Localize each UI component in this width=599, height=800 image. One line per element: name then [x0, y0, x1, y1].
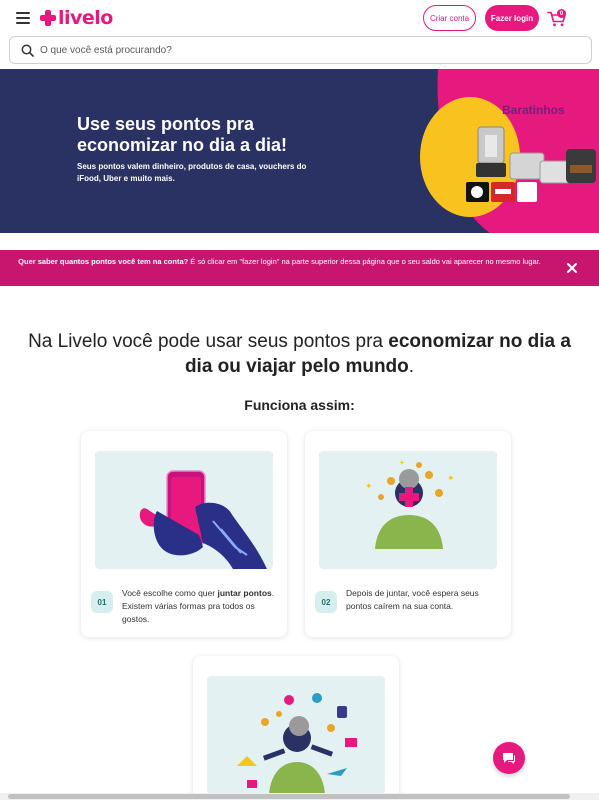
banner-subtitle: Seus pontos valem dinheiro, produtos de … [77, 162, 307, 183]
search-icon [21, 44, 34, 57]
login-button[interactable]: Fazer login [485, 5, 539, 31]
how-it-works-heading: Funciona assim: [244, 397, 355, 413]
step-card-3 [193, 656, 399, 800]
svg-text:✦: ✦ [447, 473, 455, 483]
step-text-start: Você escolhe como quer [122, 588, 218, 598]
notice-text: É só clicar em "fazer login" na parte su… [188, 257, 541, 266]
chat-icon [503, 752, 515, 764]
login-notice: Quer saber quantos pontos você tem na co… [0, 250, 599, 286]
create-account-button[interactable]: Criar conta [423, 5, 476, 31]
horizontal-scrollbar[interactable] [0, 793, 599, 800]
travel-illustration [207, 676, 385, 794]
search-bar[interactable] [9, 36, 592, 64]
intro-text-end: . [408, 356, 415, 377]
livelo-cross-icon [40, 10, 56, 26]
header: livelo Criar conta Fazer login 0 [0, 0, 599, 36]
step-number-badge: 01 [91, 591, 113, 613]
coins-illustration: ✦ ✦ ✦ [319, 451, 497, 569]
notice-bold-text: Quer saber quantos pontos você tem na co… [18, 257, 189, 266]
chat-button[interactable] [493, 742, 525, 774]
step-description: Você escolhe como quer juntar pontos. Ex… [122, 587, 282, 626]
cart-count-badge: 0 [557, 9, 566, 18]
step-description: Depois de juntar, você espera seus ponto… [346, 588, 479, 611]
step-card-2: ✦ ✦ ✦ 02 Depois de juntar, você espera s… [305, 431, 511, 637]
logo[interactable]: livelo [40, 7, 113, 29]
promo-name: Baratinhos [502, 103, 565, 117]
svg-text:✦: ✦ [365, 481, 373, 491]
close-icon[interactable] [566, 262, 578, 274]
step-card-1: 01 Você escolhe como quer juntar pontos.… [81, 431, 287, 637]
hamburger-menu-icon[interactable] [16, 12, 30, 24]
search-input[interactable] [40, 44, 560, 56]
banner-title: Use seus pontos pra economizar no dia a … [77, 114, 288, 155]
logo-text: livelo [58, 7, 113, 29]
step-number-badge: 02 [315, 591, 337, 613]
step-text-bold: juntar pontos [217, 588, 272, 598]
phone-illustration [95, 451, 273, 569]
intro-text-start: Na Livelo você pode usar seus pontos pra [28, 331, 389, 352]
hero-banner[interactable]: Use seus pontos pra economizar no dia a … [0, 69, 599, 233]
intro-text: Na Livelo você pode usar seus pontos pra… [16, 329, 583, 379]
blender-image [476, 126, 506, 177]
voucher-cards [466, 182, 537, 202]
scrollbar-thumb[interactable] [8, 794, 570, 799]
svg-text:✦: ✦ [399, 459, 405, 467]
